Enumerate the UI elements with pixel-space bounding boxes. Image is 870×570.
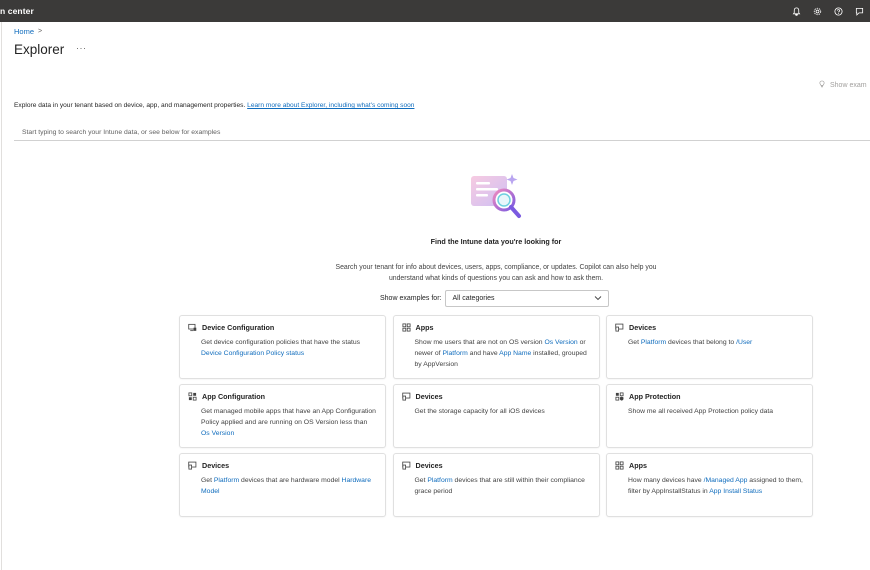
apps-icon: [401, 323, 411, 332]
more-options-button[interactable]: ···: [76, 43, 87, 53]
example-card[interactable]: Devices Get Platform devices that belong …: [606, 315, 813, 379]
query-token: /User: [736, 339, 753, 346]
query-token: App Install Status: [709, 487, 763, 495]
devices-icon: [401, 392, 411, 401]
empty-state-description: Search your tenant for info about device…: [335, 264, 657, 282]
empty-state-title: Find the Intune data you're looking for: [430, 237, 562, 246]
devices-icon: [188, 461, 197, 470]
card-header: Devices: [188, 461, 377, 470]
query-token: App Name: [499, 349, 532, 357]
card-header: Devices: [615, 323, 804, 332]
query-text: Get managed mobile apps that have an App…: [201, 408, 376, 426]
apps-icon: [615, 461, 624, 470]
top-bar-icons: [786, 0, 870, 22]
card-description: Get managed mobile apps that have an App…: [188, 407, 377, 439]
search-box: [14, 121, 870, 142]
query-token: Os Version: [544, 339, 578, 346]
card-description: Show me all received App Protection poli…: [615, 407, 804, 418]
show-examples-button[interactable]: Show exam: [818, 80, 867, 90]
description-text: Explore data in your tenant based on dev…: [14, 102, 246, 109]
query-text: Get: [201, 477, 214, 484]
query-token: Os Version: [201, 429, 235, 437]
card-title: Devices: [629, 323, 657, 332]
query-text: and have: [467, 349, 500, 357]
app-configuration-icon: [188, 392, 197, 401]
query-text: Show me all received App Protection poli…: [628, 408, 774, 415]
card-title: App Configuration: [202, 392, 266, 401]
breadcrumb: Home >: [14, 27, 42, 36]
card-description: Get Platform devices that belong to /Use…: [615, 338, 804, 349]
category-dropdown-value: All categories: [452, 295, 495, 302]
card-title: Devices: [415, 461, 443, 470]
card-title: Devices: [202, 461, 230, 470]
search-input[interactable]: [14, 123, 870, 142]
example-cards: Device Configuration Get device configura…: [179, 315, 813, 517]
explorer-illustration-icon: [468, 170, 524, 222]
card-header: Apps: [401, 323, 591, 332]
feedback-icon[interactable]: [849, 7, 870, 16]
breadcrumb-home-link[interactable]: Home: [14, 27, 34, 36]
app-protection-icon: [615, 392, 624, 401]
query-token: Platform: [640, 339, 667, 346]
devices-icon: [615, 323, 624, 332]
example-card[interactable]: Devices Get Platform devices that are sti…: [392, 453, 600, 517]
query-text: devices that are hardware model: [239, 477, 342, 484]
card-title: Devices: [415, 392, 443, 401]
query-text: devices that belong to: [666, 339, 737, 346]
example-card[interactable]: App Configuration Get managed mobile apps…: [179, 384, 386, 448]
card-description: Show me users that are not on OS version…: [402, 338, 591, 370]
page-description: Explore data in your tenant based on dev…: [14, 102, 414, 109]
card-description: How many devices have /Managed App assig…: [615, 476, 804, 498]
query-token: Platform: [213, 477, 240, 484]
card-title: App Protection: [629, 392, 681, 401]
card-header: Device Configuration: [188, 323, 377, 332]
card-title: Apps: [629, 461, 647, 470]
devices-icon: [401, 461, 411, 470]
card-header: Apps: [615, 461, 804, 470]
examples-filter: Show examples for: All categories: [380, 290, 610, 307]
example-card[interactable]: Devices Get the storage capacity for all …: [392, 384, 600, 448]
filter-label: Show examples for:: [380, 295, 442, 302]
lightbulb-icon: [818, 80, 826, 90]
card-header: App Configuration: [188, 392, 377, 401]
page-title: Explorer: [14, 42, 65, 57]
query-text: How many devices have: [628, 477, 704, 484]
query-text: Get device configuration policies that h…: [201, 339, 361, 346]
device-configuration-icon: [188, 323, 197, 332]
notifications-icon[interactable]: [786, 6, 807, 16]
card-header: Devices: [401, 461, 591, 470]
example-card[interactable]: Apps Show me users that are not on OS ver…: [392, 315, 600, 379]
card-header: App Protection: [615, 392, 804, 401]
query-text: Get the storage capacity for all iOS dev…: [414, 408, 545, 415]
example-card[interactable]: Devices Get Platform devices that are har…: [179, 453, 386, 517]
settings-gear-icon[interactable]: [807, 7, 828, 16]
app-title: n center: [0, 6, 34, 16]
chevron-down-icon: [594, 295, 602, 303]
example-card[interactable]: App Protection Show me all received App P…: [606, 384, 813, 448]
breadcrumb-separator: >: [38, 28, 43, 35]
example-card[interactable]: Apps How many devices have /Managed App a…: [606, 453, 813, 517]
query-token: /Managed App: [703, 477, 748, 484]
help-icon[interactable]: [828, 6, 849, 16]
example-card[interactable]: Device Configuration Get device configura…: [179, 315, 386, 379]
query-text: Get: [414, 477, 428, 484]
query-token: Device Configuration Policy status: [201, 349, 305, 357]
card-title: Apps: [415, 323, 434, 332]
show-examples-label: Show exam: [830, 81, 867, 89]
left-divider: [1, 22, 2, 570]
card-description: Get Platform devices that are still with…: [402, 476, 591, 498]
query-token: Platform: [442, 349, 468, 357]
query-text: Show me users that are not on OS version: [414, 339, 545, 346]
card-description: Get the storage capacity for all iOS dev…: [402, 407, 591, 418]
query-token: Platform: [427, 477, 453, 484]
learn-more-link[interactable]: Learn more about Explorer, including wha…: [247, 102, 414, 109]
top-bar: n center: [0, 0, 870, 22]
card-title: Device Configuration: [202, 323, 275, 332]
card-description: Get device configuration policies that h…: [188, 338, 377, 360]
card-header: Devices: [401, 392, 591, 401]
category-dropdown[interactable]: All categories: [445, 290, 610, 307]
query-text: Get: [628, 339, 641, 346]
card-description: Get Platform devices that are hardware m…: [188, 476, 377, 498]
